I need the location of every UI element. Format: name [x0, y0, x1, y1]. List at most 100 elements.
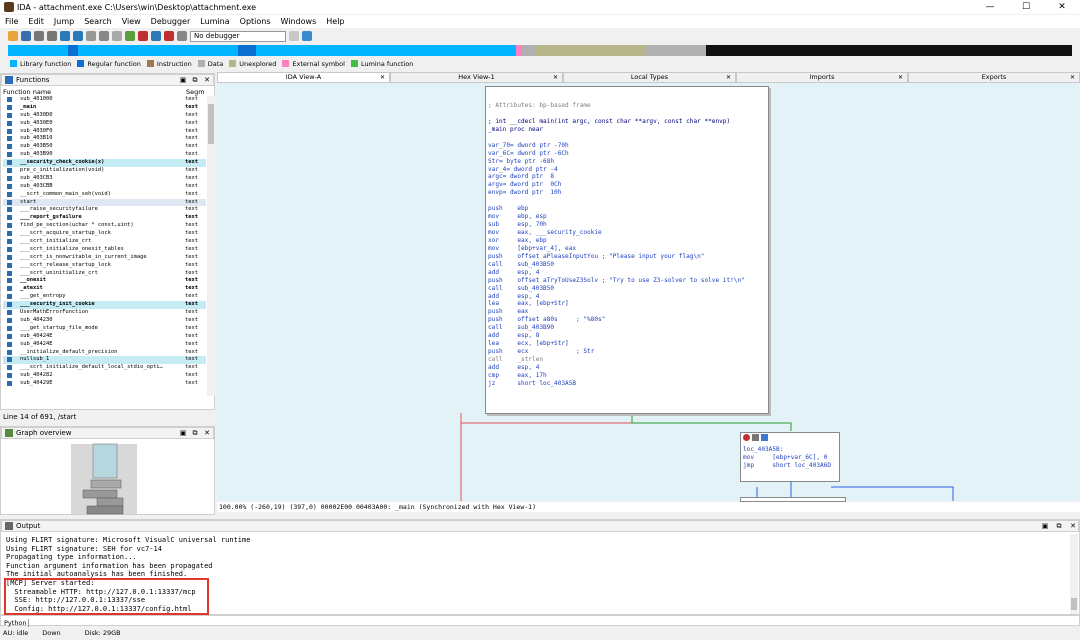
function-row[interactable]: ___scrt_initialize_default_local_stdio_o… — [3, 364, 206, 372]
float-icon[interactable]: ⧉ — [1054, 521, 1064, 532]
graph-icon[interactable] — [125, 31, 135, 41]
menu-view[interactable]: View — [117, 17, 146, 26]
disasm-line[interactable]: jz short loc_403A5B — [488, 380, 768, 388]
disasm-line[interactable] — [488, 197, 768, 205]
debugger-select[interactable]: No debugger — [190, 30, 286, 42]
play-icon[interactable] — [177, 31, 187, 41]
function-row[interactable]: ___get_startup_file_mode text — [3, 325, 206, 333]
menu-jump[interactable]: Jump — [49, 17, 79, 26]
functions-scrollbar[interactable] — [207, 96, 215, 396]
tab-close-icon[interactable]: ✕ — [898, 73, 903, 82]
panel-menu-icon[interactable]: ▣ — [1040, 521, 1050, 532]
menu-help[interactable]: Help — [321, 17, 349, 26]
text-icon[interactable] — [112, 31, 122, 41]
open-icon[interactable] — [8, 31, 18, 41]
disasm-line[interactable]: push offset aPleaseInputYou ; "Please in… — [488, 253, 768, 261]
block-color-icon[interactable] — [743, 434, 750, 441]
function-row[interactable]: __onexit text — [3, 277, 206, 285]
function-row[interactable]: _atexit text — [3, 285, 206, 293]
disasm-line[interactable]: call _strlen — [488, 356, 768, 364]
function-row[interactable]: _main text — [3, 104, 206, 112]
function-row[interactable]: find_pe_section(uchar * const,uint) text — [3, 222, 206, 230]
undefine-icon[interactable] — [99, 31, 109, 41]
function-row[interactable]: __scrt_common_main_seh(void) text — [3, 191, 206, 199]
float-icon[interactable]: ⧉ — [190, 428, 200, 439]
maximize-button[interactable]: ☐ — [1008, 0, 1044, 14]
minimize-button[interactable]: — — [972, 0, 1008, 14]
panel-menu-icon[interactable]: ▣ — [178, 428, 188, 439]
menu-windows[interactable]: Windows — [276, 17, 322, 26]
function-row[interactable]: sub_403CB3 text — [3, 175, 206, 183]
disasm-line[interactable]: sub esp, 70h — [488, 221, 768, 229]
disasm-line[interactable]: push eax — [488, 308, 768, 316]
tab-imports[interactable]: Imports ✕ — [736, 72, 908, 83]
function-row[interactable]: sub_4030F0 text — [3, 128, 206, 136]
close-panel-icon[interactable]: ✕ — [202, 75, 212, 86]
stop-icon[interactable] — [164, 31, 174, 41]
disasm-line[interactable]: xor eax, ebp — [488, 237, 768, 245]
function-row[interactable]: sub_404230 text — [3, 317, 206, 325]
tab-local-types[interactable]: Local Types ✕ — [563, 72, 736, 83]
menu-search[interactable]: Search — [79, 17, 116, 26]
function-row[interactable]: ___report_gsfailure text — [3, 214, 206, 222]
function-row[interactable]: ___scrt_initialize_onexit_tables text — [3, 246, 206, 254]
menu-file[interactable]: File — [0, 17, 23, 26]
forward-icon[interactable] — [47, 31, 57, 41]
function-row[interactable]: ___scrt_initialize_crt text — [3, 238, 206, 246]
navigation-band[interactable] — [8, 45, 1072, 56]
function-row[interactable]: sub_401000 text — [3, 96, 206, 104]
float-icon[interactable]: ⧉ — [190, 75, 200, 86]
function-row[interactable]: sub_403B50 text — [3, 143, 206, 151]
function-row[interactable]: ___raise_securityfailure text — [3, 206, 206, 214]
disasm-line[interactable]: lea eax, [ebp+Str] — [488, 300, 768, 308]
function-row[interactable]: sub_403B90 text — [3, 151, 206, 159]
disasm-line[interactable]: _main proc near — [488, 126, 768, 134]
panel-menu-icon[interactable]: ▣ — [178, 75, 188, 86]
struct-icon[interactable] — [86, 31, 96, 41]
menu-lumina[interactable]: Lumina — [195, 17, 234, 26]
lumina-icon[interactable] — [302, 31, 312, 41]
close-button[interactable]: ✕ — [1044, 0, 1080, 14]
tab-close-icon[interactable]: ✕ — [1070, 73, 1075, 82]
function-row[interactable]: ___scrt_is_nonwritable_in_current_image t… — [3, 254, 206, 262]
tab-close-icon[interactable]: ✕ — [726, 73, 731, 82]
breakpoint-icon[interactable] — [138, 31, 148, 41]
function-row[interactable]: sub_4030E0 text — [3, 120, 206, 128]
disasm-line[interactable]: ; Attributes: bp-based frame — [488, 102, 768, 110]
disasm-line[interactable] — [488, 134, 768, 142]
disasm-line[interactable]: push offset a80s ; "%80s" — [488, 316, 768, 324]
disasm-line[interactable]: mov ebp, esp — [488, 213, 768, 221]
function-row[interactable]: sub_403B10 text — [3, 135, 206, 143]
disasm-line[interactable]: mov eax, ___security_cookie — [488, 229, 768, 237]
refresh-icon[interactable] — [289, 31, 299, 41]
tab-close-icon[interactable]: ✕ — [553, 73, 558, 82]
function-row[interactable]: nullsub_1 text — [3, 356, 206, 365]
disasm-line[interactable]: var_4= dword ptr -4 — [488, 166, 768, 174]
tab-close-icon[interactable]: ✕ — [380, 73, 385, 82]
disasm-line[interactable]: mov [ebp+var_4], eax — [488, 245, 768, 253]
block-group-icon[interactable] — [752, 434, 759, 441]
disasm-line[interactable]: var_70= dword ptr -70h — [488, 142, 768, 150]
disasm-line[interactable]: lea ecx, [ebp+Str] — [488, 340, 768, 348]
menu-options[interactable]: Options — [235, 17, 276, 26]
disasm-line[interactable]: ; int __cdecl main(int argc, const char … — [488, 118, 768, 126]
main-code-block[interactable]: ; Attributes: bp-based frame ; int __cdec… — [485, 86, 769, 414]
disasm-line[interactable]: call sub_403B50 — [488, 261, 768, 269]
loc-403a5b-block[interactable]: loc_403A5B: mov [ebp+var_6C], 0 jmp short … — [740, 432, 840, 482]
function-row[interactable]: ___scrt_release_startup_lock text — [3, 262, 206, 270]
function-row[interactable]: __security_check_cookie(x) text — [3, 159, 206, 168]
code-icon[interactable] — [60, 31, 70, 41]
disasm-line[interactable]: argc= dword ptr 8 — [488, 173, 768, 181]
close-panel-icon[interactable]: ✕ — [202, 428, 212, 439]
disasm-line[interactable]: argv= dword ptr 0Ch — [488, 181, 768, 189]
disasm-line[interactable] — [488, 110, 768, 118]
function-row[interactable]: ___get_entropy text — [3, 293, 206, 301]
function-row[interactable]: start text — [3, 198, 206, 207]
disasm-line[interactable]: jmp short loc_403A6D — [743, 462, 839, 470]
function-row[interactable]: ___scrt_uninitialize_crt text — [3, 270, 206, 278]
disasm-line[interactable]: call sub_403B50 — [488, 285, 768, 293]
disasm-line[interactable]: add esp, 4 — [488, 269, 768, 277]
disasm-line[interactable]: add esp, 4 — [488, 364, 768, 372]
disasm-line[interactable]: call sub_403B90 — [488, 324, 768, 332]
graph-overview-minimap[interactable] — [1, 440, 214, 515]
